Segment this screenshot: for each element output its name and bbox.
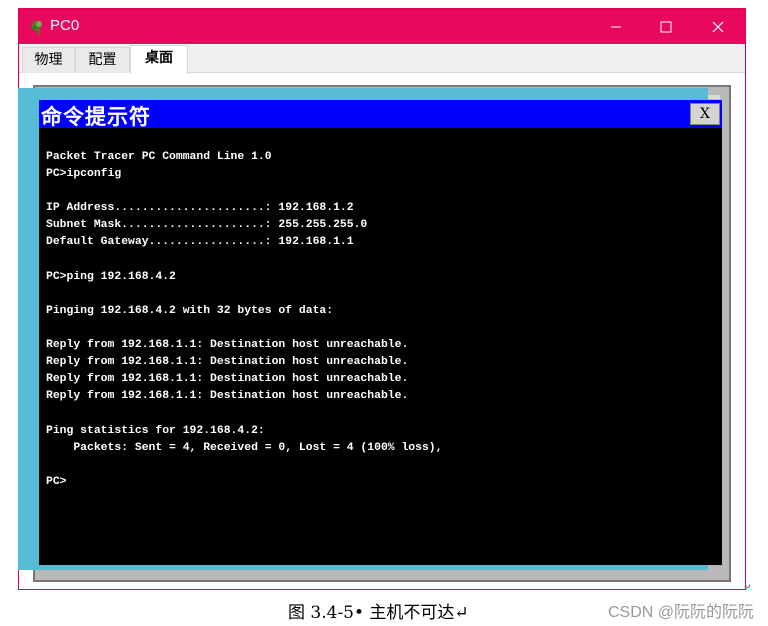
minimize-icon: [611, 26, 621, 27]
figure-caption: 图 3.4-5• 主机不可达↵: [288, 603, 469, 623]
console-line: Packet Tracer PC Command Line 1.0: [46, 151, 272, 163]
command-prompt-close-button[interactable]: X: [690, 103, 720, 125]
minimize-button[interactable]: [593, 9, 639, 44]
console-line: Reply from 192.168.1.1: Destination host…: [46, 373, 409, 386]
console-line: Reply from 192.168.1.1: Destination host…: [46, 390, 409, 403]
console-line: Reply from 192.168.1.1: Destination host…: [46, 356, 409, 369]
console-line: PC>ping 192.168.4.2: [46, 270, 176, 283]
close-icon: [712, 21, 724, 32]
tab-physical[interactable]: 物理: [22, 47, 75, 73]
command-prompt-titlebar: 命令提示符 X: [39, 100, 722, 129]
maximize-icon: [660, 21, 672, 32]
maximize-button[interactable]: [643, 9, 689, 44]
window-title: PC0: [50, 17, 80, 34]
console-line: Default Gateway.................: 192.16…: [46, 236, 354, 249]
window-titlebar[interactable]: PC0: [19, 9, 745, 44]
network-pc-icon: [31, 21, 42, 35]
command-prompt-title: 命令提示符: [41, 104, 151, 129]
tab-bar: 物理 配置 桌面: [19, 44, 745, 74]
console-line: Subnet Mask.....................: 255.25…: [46, 219, 368, 232]
console-line: Pinging 192.168.4.2 with 32 bytes of dat…: [46, 304, 334, 317]
console-line: Packets: Sent = 4, Received = 0, Lost = …: [46, 441, 443, 454]
command-prompt-window: 命令提示符 X Packet Tracer PC Command Line 1.…: [39, 100, 722, 565]
tab-desktop[interactable]: 桌面: [130, 45, 188, 74]
close-button[interactable]: [695, 9, 741, 44]
tab-config[interactable]: 配置: [75, 47, 130, 73]
command-output[interactable]: Packet Tracer PC Command Line 1.0 PC>ipco…: [46, 149, 716, 561]
resize-mark: ↵: [744, 583, 752, 593]
console-line: Ping statistics for 192.168.4.2:: [46, 424, 265, 437]
console-line: IP Address......................: 192.16…: [46, 202, 354, 215]
console-line: PC>ipconfig: [46, 168, 122, 181]
console-line: Reply from 192.168.1.1: Destination host…: [46, 339, 409, 352]
console-line: PC>: [46, 475, 67, 488]
csdn-watermark: CSDN @阮阮的阮阮: [607, 604, 754, 621]
